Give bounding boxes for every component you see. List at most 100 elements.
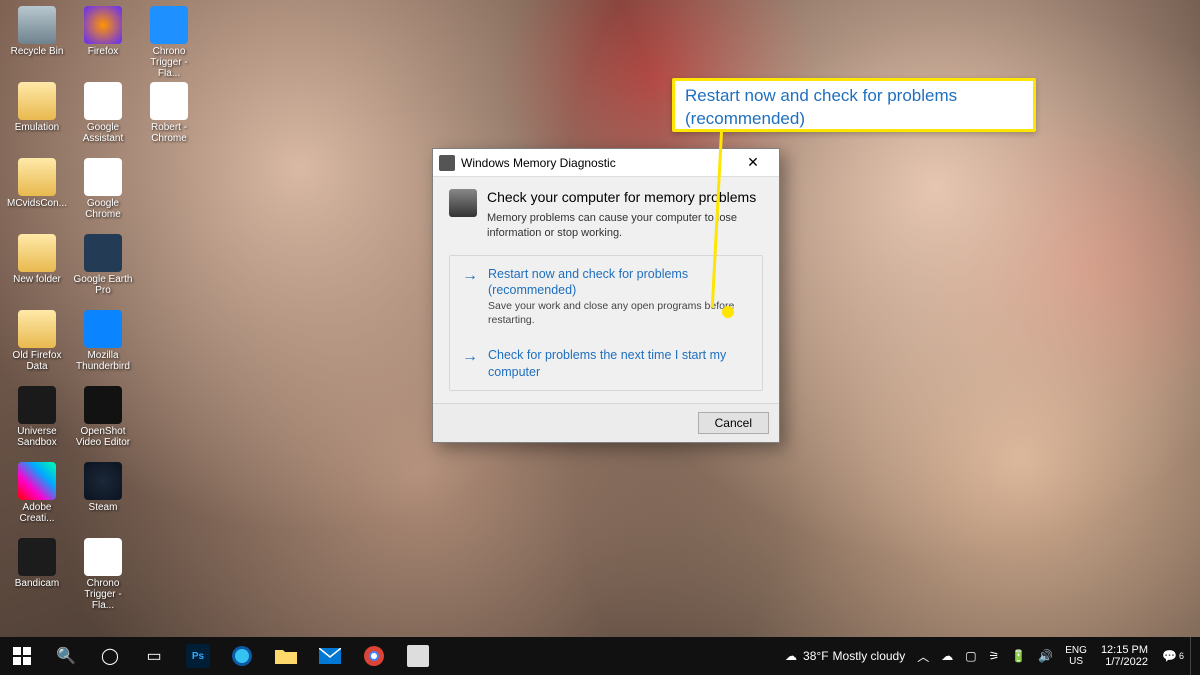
lang-region: US <box>1069 656 1083 667</box>
app-icon <box>18 234 56 272</box>
desktop-icon-label: Recycle Bin <box>11 46 64 57</box>
tray-chevron[interactable]: ︿ <box>911 637 935 675</box>
dialog-title-text: Windows Memory Diagnostic <box>461 156 727 170</box>
desktop-icon-label: Chrono Trigger - Fla... <box>72 578 134 611</box>
cortana-button[interactable]: ◯ <box>88 637 132 675</box>
mail-icon <box>319 645 341 667</box>
cloud-icon: ☁ <box>785 649 797 663</box>
desktop-icon[interactable]: Mozilla Thunderbird <box>70 308 136 384</box>
app-icon <box>84 462 122 500</box>
desktop-icon[interactable]: Robert - Chrome <box>136 80 202 156</box>
app-icon <box>84 82 122 120</box>
desktop-icon[interactable]: Firefox <box>70 4 136 80</box>
check-next-start-option[interactable]: → Check for problems the next time I sta… <box>450 337 762 390</box>
cancel-button[interactable]: Cancel <box>698 412 769 434</box>
speaker-icon: 🔊 <box>1038 649 1053 663</box>
start-button[interactable] <box>0 637 44 675</box>
system-clock[interactable]: 12:15 PM 1/7/2022 <box>1093 644 1156 668</box>
desktop-icon-label: Adobe Creati... <box>6 502 68 524</box>
action-center-button[interactable]: 💬 6 <box>1156 637 1190 675</box>
app-icon <box>84 386 122 424</box>
dialog-heading: Check your computer for memory problems <box>487 189 763 205</box>
desktop-icon-label: Firefox <box>88 46 119 57</box>
memory-diagnostic-icon <box>439 155 455 171</box>
dialog-options: → Restart now and check for problems (re… <box>449 255 763 391</box>
taskbar-app-memory-diagnostic[interactable] <box>396 637 440 675</box>
desktop-icon-label: Google Earth Pro <box>72 274 134 296</box>
app-icon <box>18 310 56 348</box>
taskbar-app-photoshop[interactable]: Ps <box>176 637 220 675</box>
taskbar-app-edge[interactable] <box>220 637 264 675</box>
folder-icon <box>275 645 297 667</box>
desktop-icon[interactable]: Emulation <box>4 80 70 156</box>
desktop-icon[interactable]: Steam <box>70 460 136 536</box>
desktop-icon[interactable]: Universe Sandbox <box>4 384 70 460</box>
desktop-icon-label: Old Firefox Data <box>6 350 68 372</box>
desktop-icon[interactable]: Google Assistant <box>70 80 136 156</box>
clock-date: 1/7/2022 <box>1105 656 1148 668</box>
photoshop-icon: Ps <box>186 644 210 668</box>
desktop-icon[interactable]: New folder <box>4 232 70 308</box>
annotation-callout: Restart now and check for problems (reco… <box>672 78 1036 132</box>
tray-volume[interactable]: 🔊 <box>1032 637 1059 675</box>
edge-icon <box>231 645 253 667</box>
tray-network[interactable]: ⚞ <box>983 637 1006 675</box>
memory-diagnostic-icon <box>407 645 429 667</box>
desktop-icon[interactable]: Adobe Creati... <box>4 460 70 536</box>
close-button[interactable]: ✕ <box>733 150 773 176</box>
app-icon <box>18 82 56 120</box>
app-icon <box>18 6 56 44</box>
app-icon <box>84 234 122 272</box>
desktop-icon[interactable]: Google Chrome <box>70 156 136 232</box>
show-desktop-button[interactable] <box>1190 637 1196 675</box>
desktop-icon[interactable]: Chrono Trigger - Fla... <box>136 4 202 80</box>
tray-meet-now[interactable]: ▢ <box>959 637 982 675</box>
app-icon <box>18 538 56 576</box>
arrow-right-icon: → <box>462 267 478 328</box>
option-title: Check for problems the next time I start… <box>488 347 752 380</box>
desktop-icon-label: Google Assistant <box>72 122 134 144</box>
dialog-subheading: Memory problems can cause your computer … <box>487 211 763 241</box>
language-indicator[interactable]: ENG US <box>1059 645 1093 667</box>
camera-icon: ▢ <box>965 649 976 663</box>
desktop-icon[interactable]: Chrono Trigger - Fla... <box>70 536 136 612</box>
app-icon <box>150 6 188 44</box>
desktop-icon-label: Bandicam <box>15 578 59 589</box>
desktop-icon-label: Universe Sandbox <box>6 426 68 448</box>
desktop-icon-label: MCvidsCon... <box>7 198 67 209</box>
app-icon <box>84 310 122 348</box>
desktop-icon-label: Google Chrome <box>72 198 134 220</box>
desktop-icon[interactable]: Google Earth Pro <box>70 232 136 308</box>
weather-desc: Mostly cloudy <box>833 649 906 663</box>
weather-widget[interactable]: ☁ 38°F Mostly cloudy <box>779 637 911 675</box>
desktop-icon[interactable]: Recycle Bin <box>4 4 70 80</box>
task-view-button[interactable]: ▭ <box>132 637 176 675</box>
windows-logo-icon <box>11 645 33 667</box>
taskbar-app-chrome[interactable] <box>352 637 396 675</box>
desktop-icon-label: Mozilla Thunderbird <box>72 350 134 372</box>
annotation-dot <box>722 306 734 318</box>
search-button[interactable]: 🔍 <box>44 637 88 675</box>
close-icon: ✕ <box>747 154 759 171</box>
desktop-icon[interactable]: OpenShot Video Editor <box>70 384 136 460</box>
dialog-titlebar[interactable]: Windows Memory Diagnostic ✕ <box>433 149 779 177</box>
clock-time: 12:15 PM <box>1101 644 1148 656</box>
app-icon <box>150 82 188 120</box>
taskbar-app-explorer[interactable] <box>264 637 308 675</box>
desktop-icon[interactable]: MCvidsCon... <box>4 156 70 232</box>
notification-icon: 💬 <box>1162 649 1177 663</box>
notification-count: 6 <box>1179 651 1184 661</box>
memory-chip-icon <box>449 189 477 217</box>
cloud-sync-icon: ☁ <box>941 649 953 663</box>
tray-onedrive[interactable]: ☁ <box>935 637 959 675</box>
app-icon <box>18 386 56 424</box>
task-view-icon: ▭ <box>143 645 165 667</box>
desktop-icon-label: Robert - Chrome <box>138 122 200 144</box>
desktop-icon[interactable]: Bandicam <box>4 536 70 612</box>
desktop-icon[interactable]: Old Firefox Data <box>4 308 70 384</box>
lang-code: ENG <box>1065 645 1087 656</box>
battery-icon: 🔋 <box>1011 649 1026 663</box>
chevron-up-icon: ︿ <box>917 648 929 665</box>
tray-battery[interactable]: 🔋 <box>1005 637 1032 675</box>
taskbar-app-mail[interactable] <box>308 637 352 675</box>
